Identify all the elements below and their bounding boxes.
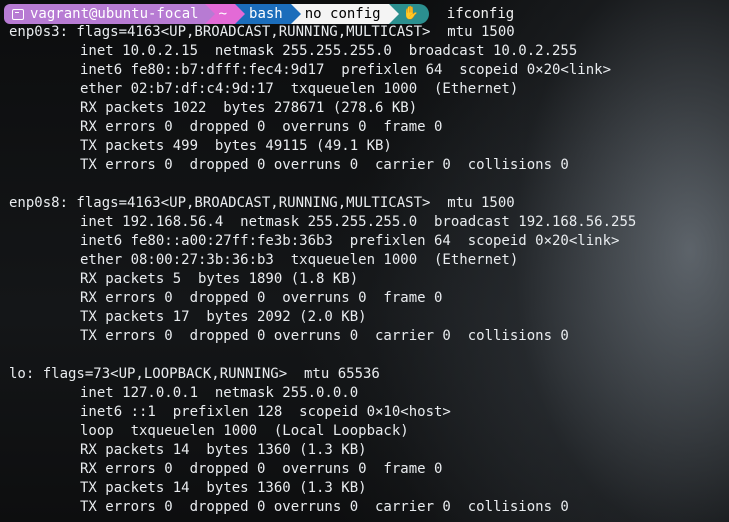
command-text: ifconfig (446, 6, 515, 22)
segment-separator (388, 4, 399, 24)
output-line: inet6 fe80::b7:dfff:fec4:9d17 prefixlen … (80, 62, 612, 78)
terminal-icon (12, 8, 24, 20)
output-line: enp0s3: flags=4163<UP,BROADCAST,RUNNING,… (9, 24, 515, 40)
command-output: enp0s3: flags=4163<UP,BROADCAST,RUNNING,… (9, 23, 636, 517)
segment-separator (235, 4, 246, 24)
output-line: RX errors 0 dropped 0 overruns 0 frame 0 (80, 119, 443, 135)
output-line: RX packets 14 bytes 1360 (1.3 KB) (80, 442, 367, 458)
output-line: inet 127.0.0.1 netmask 255.0.0.0 (80, 385, 359, 401)
output-line: inet6 fe80::a00:27ff:fe3b:36b3 prefixlen… (80, 233, 620, 249)
terminal-window[interactable]: vagrant@ubuntu-focal ~ bash no config ✋ … (0, 0, 729, 522)
prompt-directory: ~ (218, 6, 228, 22)
output-line: RX packets 1022 bytes 278671 (278.6 KB) (80, 100, 418, 116)
hand-icon: ✋ (402, 6, 419, 21)
output-line: lo: flags=73<UP,LOOPBACK,RUNNING> mtu 65… (9, 366, 380, 382)
output-line: TX errors 0 dropped 0 overruns 0 carrier… (80, 499, 569, 515)
output-line: RX packets 5 bytes 1890 (1.8 KB) (80, 271, 359, 287)
prompt-git-status: no config (304, 6, 381, 22)
output-line: ether 08:00:27:3b:36:b3 txqueuelen 1000 … (80, 252, 519, 268)
output-line: inet6 ::1 prefixlen 128 scopeid 0×10<hos… (80, 404, 451, 420)
output-line: inet 10.0.2.15 netmask 255.255.255.0 bro… (80, 43, 578, 59)
shell-prompt: vagrant@ubuntu-focal ~ bash no config ✋ … (4, 4, 514, 24)
segment-separator (204, 4, 215, 24)
output-line: TX packets 17 bytes 2092 (2.0 KB) (80, 309, 367, 325)
prompt-shell: bash (249, 6, 283, 22)
output-line: TX packets 14 bytes 1360 (1.3 KB) (80, 480, 367, 496)
output-line: TX errors 0 dropped 0 overruns 0 carrier… (80, 157, 569, 173)
prompt-git-segment: no config (290, 4, 399, 24)
segment-separator (290, 4, 301, 24)
output-line: enp0s8: flags=4163<UP,BROADCAST,RUNNING,… (9, 195, 515, 211)
output-line: RX errors 0 dropped 0 overruns 0 frame 0 (80, 461, 443, 477)
output-line: loop txqueuelen 1000 (Local Loopback) (80, 423, 409, 439)
prompt-user-segment: vagrant@ubuntu-focal (4, 4, 215, 24)
output-line: TX errors 0 dropped 0 overruns 0 carrier… (80, 328, 569, 344)
output-line: RX errors 0 dropped 0 overruns 0 frame 0 (80, 290, 443, 306)
output-line: TX packets 499 bytes 49115 (49.1 KB) (80, 138, 392, 154)
prompt-user-host: vagrant@ubuntu-focal (30, 6, 199, 22)
output-line: inet 192.168.56.4 netmask 255.255.255.0 … (80, 214, 637, 230)
output-line: ether 02:b7:df:c4:9d:17 txqueuelen 1000 … (80, 81, 519, 97)
